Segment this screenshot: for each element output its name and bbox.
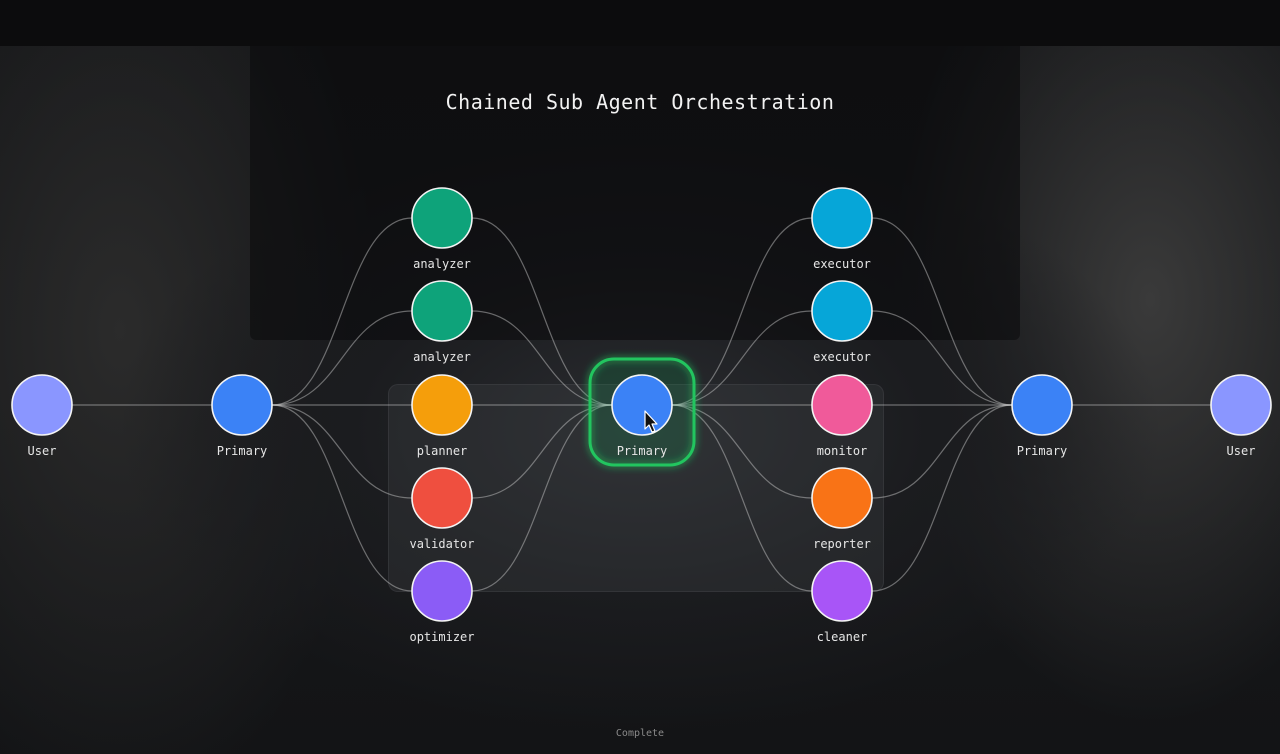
node-user-left[interactable]: User	[11, 374, 73, 458]
node-label-primary-left: Primary	[217, 444, 268, 458]
node-circle-cleaner[interactable]	[811, 560, 873, 622]
edge-reporter-to-primary-right	[871, 404, 1013, 499]
node-circle-planner[interactable]	[411, 374, 473, 436]
node-label-primary-right: Primary	[1017, 444, 1068, 458]
node-circle-primary-left[interactable]	[211, 374, 273, 436]
node-circle-user-left[interactable]	[11, 374, 73, 436]
node-reporter[interactable]: reporter	[811, 467, 873, 551]
node-circle-executor-1[interactable]	[811, 187, 873, 249]
node-circle-optimizer[interactable]	[411, 560, 473, 622]
node-circle-executor-2[interactable]	[811, 280, 873, 342]
diagram-stage: Chained Sub Agent Orchestration User Prim…	[0, 0, 1280, 754]
edge-primary-left-to-analyzer-1	[271, 217, 413, 406]
node-circle-primary-center[interactable]	[611, 374, 673, 436]
edge-executor-2-to-primary-right	[871, 310, 1013, 406]
node-label-user-right: User	[1227, 444, 1256, 458]
node-primary-center[interactable]: Primary	[588, 357, 696, 467]
node-circle-monitor[interactable]	[811, 374, 873, 436]
node-circle-analyzer-1[interactable]	[411, 187, 473, 249]
node-label-analyzer-2: analyzer	[413, 350, 471, 364]
node-circle-analyzer-2[interactable]	[411, 280, 473, 342]
node-circle-primary-right[interactable]	[1011, 374, 1073, 436]
node-planner[interactable]: planner	[411, 374, 473, 458]
node-cleaner[interactable]: cleaner	[811, 560, 873, 644]
node-label-user-left: User	[28, 444, 57, 458]
node-executor-2[interactable]: executor	[811, 280, 873, 364]
node-label-reporter: reporter	[813, 537, 871, 551]
node-label-executor-1: executor	[813, 257, 871, 271]
node-optimizer[interactable]: optimizer	[409, 560, 475, 644]
node-circle-user-right[interactable]	[1210, 374, 1272, 436]
node-analyzer-2[interactable]: analyzer	[411, 280, 473, 364]
edge-primary-left-to-validator	[271, 404, 413, 499]
node-label-primary-center: Primary	[617, 444, 668, 458]
node-label-optimizer: optimizer	[409, 630, 474, 644]
node-analyzer-1[interactable]: analyzer	[411, 187, 473, 271]
node-label-cleaner: cleaner	[817, 630, 868, 644]
node-circle-reporter[interactable]	[811, 467, 873, 529]
edge-executor-1-to-primary-right	[871, 217, 1013, 406]
node-label-validator: validator	[409, 537, 474, 551]
node-monitor[interactable]: monitor	[811, 374, 873, 458]
status-text: Complete	[615, 728, 665, 739]
node-executor-1[interactable]: executor	[811, 187, 873, 271]
node-validator[interactable]: validator	[409, 467, 475, 551]
node-label-executor-2: executor	[813, 350, 871, 364]
edge-primary-left-to-optimizer	[271, 404, 413, 592]
node-circle-validator[interactable]	[411, 467, 473, 529]
node-primary-left[interactable]: Primary	[211, 374, 273, 458]
node-label-analyzer-1: analyzer	[413, 257, 471, 271]
node-label-planner: planner	[417, 444, 468, 458]
edge-primary-left-to-analyzer-2	[271, 310, 413, 406]
node-user-right[interactable]: User	[1210, 374, 1272, 458]
edge-cleaner-to-primary-right	[871, 404, 1013, 592]
node-primary-right[interactable]: Primary	[1011, 374, 1073, 458]
nodes-layer: User Primary analyzer analyzer planner valida…	[11, 187, 1272, 644]
node-label-monitor: monitor	[817, 444, 868, 458]
orchestration-graph: User Primary analyzer analyzer planner valida…	[11, 187, 1272, 644]
